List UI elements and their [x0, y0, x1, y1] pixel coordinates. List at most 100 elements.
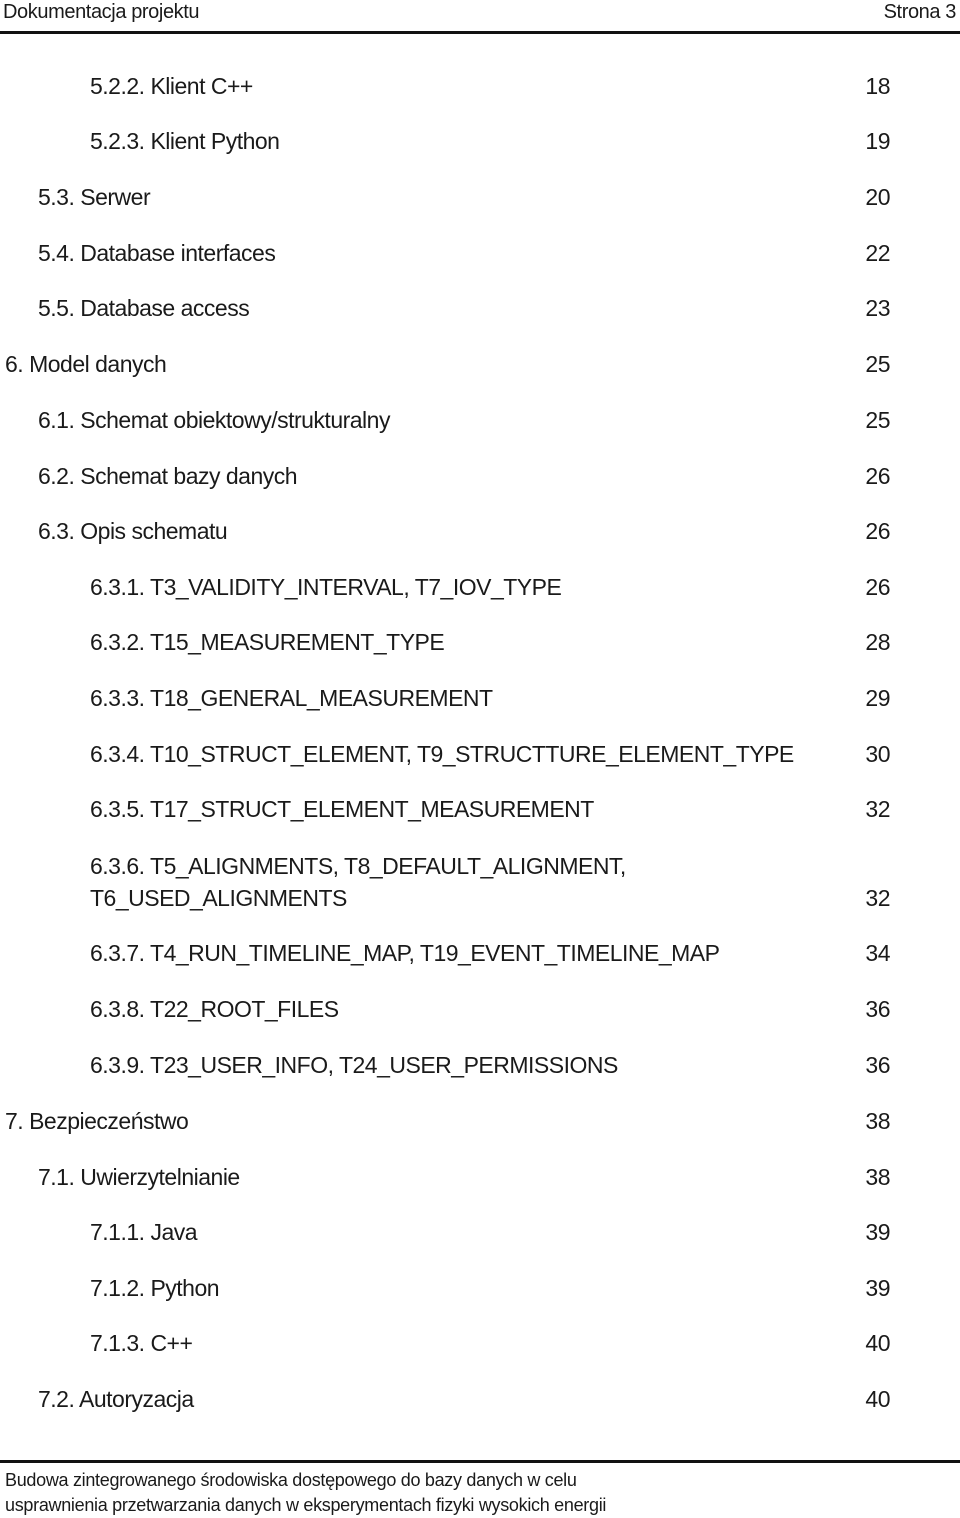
toc-entry[interactable]: 6.3.1. T3_VALIDITY_INTERVAL, T7_IOV_TYPE… [0, 571, 890, 603]
toc-entry[interactable]: 7.1.2. Python 39 [0, 1272, 890, 1304]
toc-entry-number: 6.3.5. [90, 796, 145, 822]
toc-entry-page: 19 [865, 128, 890, 154]
toc-entry-title[interactable]: 5.4. Database interfaces [38, 237, 276, 269]
toc-entry-text: Database access [80, 295, 250, 321]
toc-entry-page: 26 [865, 518, 890, 544]
toc-entry-page: 29 [865, 685, 890, 711]
toc-entry-title[interactable]: 7.2. Autoryzacja [38, 1383, 194, 1415]
toc-entry-text: Java [150, 1219, 198, 1245]
header-title: Dokumentacja projektu [3, 1, 200, 23]
toc-entry[interactable]: 5.2.2. Klient C++ 18 [0, 70, 890, 102]
toc-entry-title[interactable]: 6.3.2. T15_MEASUREMENT_TYPE [90, 626, 445, 658]
toc-entry-number: 7. [5, 1108, 24, 1134]
toc-entry-number: 6.3. [38, 518, 75, 544]
toc-entry-page: 40 [865, 1330, 890, 1356]
toc-entry-page: 32 [865, 885, 890, 911]
toc-entry[interactable]: 6.3.4. T10_STRUCT_ELEMENT, T9_STRUCTTURE… [0, 738, 890, 770]
toc-entry-number: 6.3.9. [90, 1052, 145, 1078]
toc-entry[interactable]: 6.3.5. T17_STRUCT_ELEMENT_MEASUREMENT 32 [0, 793, 890, 825]
toc-entry[interactable]: 5.4. Database interfaces 22 [0, 237, 890, 269]
toc-entry[interactable]: 6.3. Opis schematu 26 [0, 515, 890, 547]
toc-entry[interactable]: 5.3. Serwer 20 [0, 181, 890, 213]
header-divider [0, 31, 960, 34]
toc-entry-page: 23 [865, 295, 890, 321]
toc-entry-number: 6.3.3. [90, 685, 145, 711]
toc-entry[interactable]: 6. Model danych 25 [0, 348, 890, 380]
toc-entry[interactable]: 6.3.9. T23_USER_INFO, T24_USER_PERMISSIO… [0, 1049, 890, 1081]
toc-entry-text: T15_MEASUREMENT_TYPE [150, 629, 445, 655]
toc-entry-number: 7.1.1. [90, 1219, 145, 1245]
toc-entry-text: Schemat bazy danych [80, 463, 298, 489]
toc-entry-text: T3_VALIDITY_INTERVAL, T7_IOV_TYPE [150, 574, 562, 600]
toc-entry-text: T4_RUN_TIMELINE_MAP, T19_EVENT_TIMELINE_… [150, 940, 720, 966]
toc-entry[interactable]: 6.3.3. T18_GENERAL_MEASUREMENT 29 [0, 682, 890, 714]
toc-entry[interactable]: 6.1. Schemat obiektowy/strukturalny 25 [0, 404, 890, 436]
toc-entry-title[interactable]: 6. Model danych [5, 348, 167, 380]
toc-entry-page: 26 [865, 574, 890, 600]
toc-entry-title[interactable]: 6.3.6. T5_ALIGNMENTS, T8_DEFAULT_ALIGNME… [90, 850, 626, 882]
toc-entry-text: Opis schematu [80, 518, 228, 544]
toc-entry-title[interactable]: 6.3. Opis schematu [38, 515, 228, 547]
toc-entry-text: Serwer [80, 184, 151, 210]
toc-entry-page: 36 [865, 1052, 890, 1078]
toc-entry-number: 6.3.1. [90, 574, 145, 600]
toc-entry[interactable]: 6.3.2. T15_MEASUREMENT_TYPE 28 [0, 626, 890, 658]
toc-entry-text: T23_USER_INFO, T24_USER_PERMISSIONS [150, 1052, 618, 1078]
toc-entry-text: Schemat obiektowy/strukturalny [80, 407, 390, 433]
toc-entry-text: Uwierzytelnianie [80, 1164, 240, 1190]
toc-entry[interactable]: 7.1. Uwierzytelnianie 38 [0, 1161, 890, 1193]
toc-entry-page: 40 [865, 1386, 890, 1412]
toc-entry-text: T10_STRUCT_ELEMENT, T9_STRUCTTURE_ELEMEN… [150, 741, 794, 767]
toc-entry-title[interactable]: 5.5. Database access [38, 292, 250, 324]
toc-entry-text: T22_ROOT_FILES [150, 996, 339, 1022]
toc-entry[interactable]: 7.1.1. Java 39 [0, 1216, 890, 1248]
toc-entry-number: 6.3.7. [90, 940, 145, 966]
toc-entry[interactable]: 5.5. Database access 23 [0, 292, 890, 324]
toc-entry-page: 39 [865, 1275, 890, 1301]
toc-entry-number: 7.1. [38, 1164, 75, 1190]
toc-entry[interactable]: 5.2.3. Klient Python 19 [0, 125, 890, 157]
toc-entry[interactable]: 6.3.7. T4_RUN_TIMELINE_MAP, T19_EVENT_TI… [0, 937, 890, 969]
toc-entry-text: T18_GENERAL_MEASUREMENT [150, 685, 493, 711]
toc-entry-text-continued: T6_USED_ALIGNMENTS [90, 885, 347, 911]
toc-entry-number: 6.3.2. [90, 629, 145, 655]
toc-entry-text: Autoryzacja [79, 1386, 194, 1412]
toc-entry-title[interactable]: 6.3.5. T17_STRUCT_ELEMENT_MEASUREMENT [90, 793, 594, 825]
toc-entry-title[interactable]: 6.3.9. T23_USER_INFO, T24_USER_PERMISSIO… [90, 1049, 618, 1081]
toc-entry-title[interactable]: 6.3.7. T4_RUN_TIMELINE_MAP, T19_EVENT_TI… [90, 937, 720, 969]
toc-entry[interactable]: 7.2. Autoryzacja 40 [0, 1383, 890, 1415]
toc-entry-title[interactable]: 6.3.4. T10_STRUCT_ELEMENT, T9_STRUCTTURE… [90, 738, 794, 770]
toc-entry-title[interactable]: 5.2.3. Klient Python [90, 125, 280, 157]
toc-entry-page: 25 [865, 407, 890, 433]
toc-entry[interactable]: 6.3.8. T22_ROOT_FILES 36 [0, 993, 890, 1025]
toc-entry-number: 6.2. [38, 463, 75, 489]
toc-entry-title[interactable]: 6.3.3. T18_GENERAL_MEASUREMENT [90, 682, 493, 714]
toc-entry-title[interactable]: 7.1.3. C++ [90, 1327, 193, 1359]
toc-entry[interactable]: 6.2. Schemat bazy danych 26 [0, 460, 890, 492]
toc-entry-number: 5.3. [38, 184, 75, 210]
toc-entry-page: 36 [865, 996, 890, 1022]
toc-entry-text: T5_ALIGNMENTS, T8_DEFAULT_ALIGNMENT, [150, 853, 626, 879]
toc-entry-title[interactable]: 7. Bezpieczeństwo [5, 1105, 189, 1137]
toc-entry-title[interactable]: 6.3.1. T3_VALIDITY_INTERVAL, T7_IOV_TYPE [90, 571, 562, 603]
toc-entry-title[interactable]: 6.1. Schemat obiektowy/strukturalny [38, 404, 390, 436]
toc-entry[interactable]: 7. Bezpieczeństwo 38 [0, 1105, 890, 1137]
toc-entry-title[interactable]: 7.1. Uwierzytelnianie [38, 1161, 240, 1193]
toc-entry-title[interactable]: 6.3.8. T22_ROOT_FILES [90, 993, 339, 1025]
toc-entry-page: 38 [865, 1108, 890, 1134]
toc-entry-title[interactable]: 7.1.2. Python [90, 1272, 220, 1304]
toc-entry-page: 34 [865, 940, 890, 966]
toc-entry-title[interactable]: 5.2.2. Klient C++ [90, 70, 253, 102]
toc-entry-text: Python [150, 1275, 220, 1301]
toc-entry[interactable]: 7.1.3. C++ 40 [0, 1327, 890, 1359]
toc-entry-number: 5.4. [38, 240, 75, 266]
toc-entry-title[interactable]: 7.1.1. Java [90, 1216, 198, 1248]
toc-entry-title[interactable]: 5.3. Serwer [38, 181, 151, 213]
toc-entry-number: 5.2.2. [90, 73, 145, 99]
toc-entry-text: Database interfaces [80, 240, 276, 266]
toc-entry-title[interactable]: 6.2. Schemat bazy danych [38, 460, 298, 492]
toc-entry-page: 39 [865, 1219, 890, 1245]
toc-entry[interactable]: 6.3.6. T5_ALIGNMENTS, T8_DEFAULT_ALIGNME… [0, 850, 890, 914]
toc-entry-page: 30 [865, 741, 890, 767]
footer-divider [0, 1460, 960, 1463]
